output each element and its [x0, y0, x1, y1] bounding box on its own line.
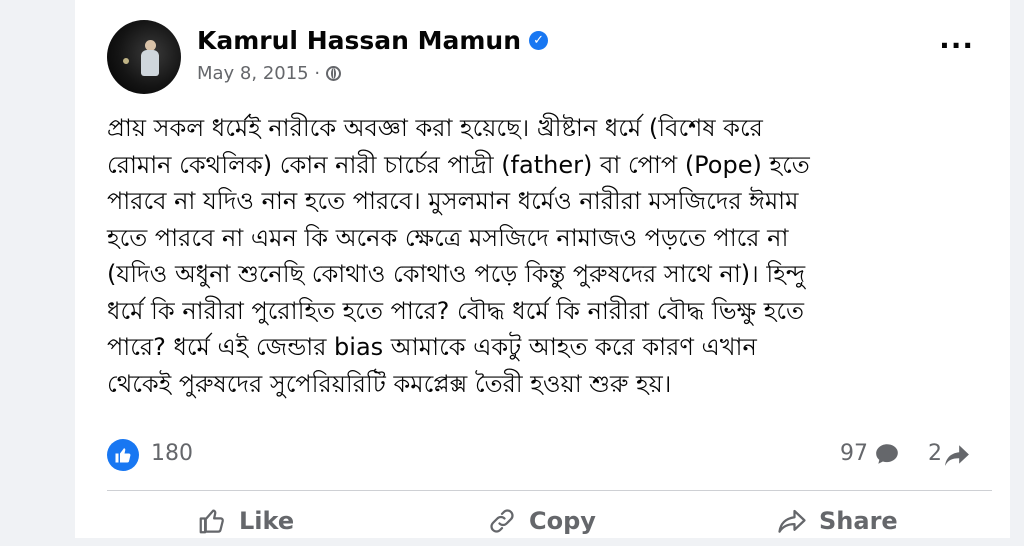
divider	[107, 490, 992, 491]
post-text-line: পারবে না যদিও নান হতে পারবে। মুসলমান ধর্…	[107, 187, 799, 215]
author-name[interactable]: Kamrul Hassan Mamun ✓	[197, 26, 549, 55]
share-icon[interactable]	[944, 443, 970, 467]
avatar-detail	[123, 58, 129, 64]
post-text: প্রায় সকল ধর্মেই নারীকে অবজ্ঞা করা হয়ে…	[107, 110, 987, 402]
avatar-detail	[141, 50, 159, 76]
share-count[interactable]: 2	[928, 441, 942, 466]
author-name-label[interactable]: Kamrul Hassan Mamun	[197, 26, 521, 55]
more-options-icon[interactable]: ···	[939, 32, 974, 60]
engagement-stats: 180 97 2	[107, 437, 992, 471]
like-button[interactable]: Like	[197, 506, 294, 536]
post-text-line: পারে? ধর্মে এই জেন্ডার bias আমাকে একটু আ…	[107, 333, 757, 361]
share-label: Share	[819, 507, 898, 535]
avatar[interactable]	[107, 20, 181, 94]
like-reaction-icon[interactable]	[107, 439, 139, 471]
copy-icon	[490, 509, 514, 533]
post-text-line: থেকেই পুরুষদের সুপেরিয়রিটি কমপ্লেক্স তৈ…	[107, 369, 672, 398]
post-text-line: ধর্মে কি নারীরা পুরোহিত হতে পারে? বৌদ্ধ …	[107, 296, 804, 325]
post-date[interactable]: May 8, 2015 ·	[197, 63, 320, 84]
comment-count[interactable]: 97	[840, 441, 868, 466]
post-text-line: প্রায় সকল ধর্মেই নারীকে অবজ্ঞা করা হয়ে…	[107, 114, 763, 142]
action-bar: Like Copy Share	[107, 506, 992, 546]
like-icon	[199, 509, 224, 534]
like-label: Like	[239, 507, 295, 535]
post-card: Kamrul Hassan Mamun ✓ May 8, 2015 · ··· …	[75, 0, 1010, 538]
comment-icon[interactable]	[874, 441, 900, 467]
post-meta: May 8, 2015 ·	[197, 63, 342, 84]
verified-icon: ✓	[529, 31, 549, 50]
post-text-line: (যদিও অধুনা শুনেছি কোথাও কোথাও পড়ে কিন্…	[107, 260, 806, 288]
reaction-count[interactable]: 180	[151, 441, 193, 466]
share-arrow-icon	[778, 509, 806, 533]
globe-icon[interactable]	[326, 66, 342, 81]
copy-label: Copy	[529, 507, 596, 535]
post-text-line: রোমান কেথলিক) কোন নারী চার্চের পাদ্রী (f…	[107, 150, 810, 179]
copy-button[interactable]: Copy	[487, 506, 596, 536]
share-button[interactable]: Share	[777, 506, 898, 536]
post-text-line: হতে পারবে না এমন কি অনেক ক্ষেত্রে মসজিদে…	[107, 223, 789, 252]
thumbs-up-icon	[115, 448, 131, 463]
